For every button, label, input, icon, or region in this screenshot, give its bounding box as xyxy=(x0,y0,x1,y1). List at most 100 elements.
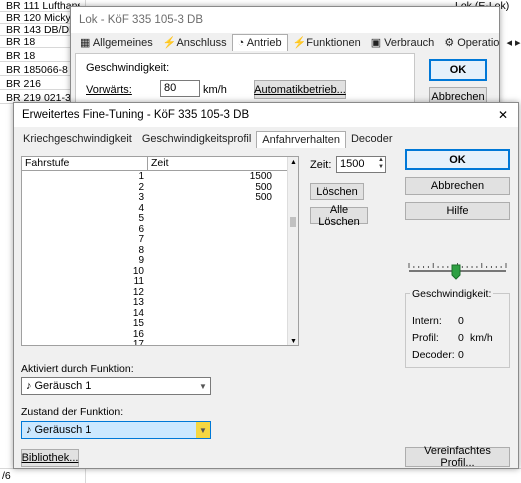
zustand-dropdown[interactable]: ♪ Geräusch 1 ▼ xyxy=(21,421,211,439)
list-item[interactable]: BR 18 xyxy=(0,36,80,48)
aktiviert-dropdown[interactable]: ♪ Geräusch 1 ▼ xyxy=(21,377,211,395)
fahrstufe-cell[interactable]: 15 xyxy=(22,318,144,330)
fahrstufe-cell[interactable]: 12 xyxy=(22,287,144,299)
fine-tabbar: Kriechgeschwindigkeit Geschwindigkeitspr… xyxy=(18,131,398,148)
wrench-icon: ⚙ xyxy=(444,37,458,49)
hilfe-button[interactable]: Hilfe xyxy=(405,202,510,220)
zustand-label: Zustand der Funktion: xyxy=(21,406,124,418)
speed-group-label: Geschwindigkeit: xyxy=(86,62,170,74)
bibliothek-button[interactable]: Bibliothek... xyxy=(21,449,79,467)
fahrstufe-cell[interactable]: 1 xyxy=(22,171,144,183)
list-item[interactable]: BR 185066-8 xyxy=(0,64,80,76)
fahrstufe-cell[interactable]: 3 xyxy=(22,192,144,204)
list-item[interactable]: BR 18 xyxy=(0,50,80,62)
tab-funktionen[interactable]: ⚡Funktionen xyxy=(288,34,366,51)
function-icon: ⚡ xyxy=(292,37,307,49)
gauge-icon: ◔ xyxy=(237,37,247,49)
lok-window-titlebar: Lok - KöF 335 105-3 DB xyxy=(71,7,499,33)
scroll-up-icon[interactable]: ▲ xyxy=(290,159,297,166)
forward-speed-input[interactable]: 80 xyxy=(160,80,200,97)
fahrstufe-cell[interactable]: 13 xyxy=(22,297,144,309)
decoder-label: Decoder: xyxy=(412,349,455,361)
list-item[interactable]: BR 143 DB/DR xyxy=(0,24,80,36)
forward-label: Vorwärts: xyxy=(86,84,132,96)
zeit-cell[interactable]: 1500 xyxy=(148,171,272,183)
table-row[interactable]: 10 xyxy=(22,266,288,278)
fahrstufe-grid[interactable]: Fahrstufe Zeit 1 1500 2 500 3 500 4 5 6 7 8 9 10 11 12… xyxy=(21,156,299,346)
column-header-zeit[interactable]: Zeit xyxy=(148,157,288,171)
chevron-down-icon[interactable]: ▼ xyxy=(196,378,210,394)
fahrstufe-cell[interactable]: 10 xyxy=(22,266,144,278)
list-item[interactable]: BR 111 Lufthansa-Express xyxy=(0,0,80,12)
ok-button[interactable]: OK xyxy=(405,149,510,170)
grid-scrollbar[interactable]: ▲ ▼ xyxy=(287,157,298,345)
intern-label: Intern: xyxy=(412,315,442,327)
zeit-cell[interactable]: 500 xyxy=(148,182,272,194)
fahrstufe-cell[interactable]: 5 xyxy=(22,213,144,225)
tab-operation[interactable]: ⚙ Operatio xyxy=(439,34,504,51)
close-icon[interactable]: ✕ xyxy=(498,108,508,122)
automatikbetrieb-button[interactable]: Automatikbetrieb... xyxy=(254,80,346,99)
lok-tabbar: ▦ Allgemeines ⚡Anschluss ◔ Antrieb ⚡Funk… xyxy=(75,34,521,51)
tab-allgemeines[interactable]: ▦ Allgemeines xyxy=(75,34,158,51)
table-row[interactable]: 16 xyxy=(22,329,288,341)
table-row[interactable]: 13 xyxy=(22,297,288,309)
alle-loeschen-button[interactable]: Alle Löschen xyxy=(310,204,368,228)
speed-info-group: Geschwindigkeit: Intern: 0 Profil: 0 km/… xyxy=(405,288,510,368)
zeit-cell[interactable]: 500 xyxy=(148,192,272,204)
chevron-right-icon: ◂ ▸ xyxy=(506,37,521,49)
profil-label: Profil: xyxy=(412,332,439,344)
slider-thumb[interactable] xyxy=(451,264,461,280)
list-item[interactable]: BR 216 xyxy=(0,78,80,90)
list-item[interactable]: BR 120 Micky Ma xyxy=(0,12,80,24)
lok-window: Lok - KöF 335 105-3 DB ▦ Allgemeines ⚡An… xyxy=(70,6,521,108)
scroll-down-icon[interactable]: ▼ xyxy=(290,338,297,345)
fahrstufe-cell[interactable]: 8 xyxy=(22,245,144,257)
speed-slider[interactable] xyxy=(405,260,510,282)
vereinfachtes-profil-button[interactable]: Vereinfachtes Profil... xyxy=(405,445,510,469)
spinner-icon[interactable]: ▲ ▼ xyxy=(378,157,384,171)
fahrstufe-cell[interactable]: 17 xyxy=(22,339,144,345)
fahrstufe-cell[interactable]: 7 xyxy=(22,234,144,246)
fahrstufe-cell[interactable]: 2 xyxy=(22,182,144,194)
table-row[interactable]: 2 500 xyxy=(22,182,288,194)
tab-geschwindigkeitsprofil[interactable]: Geschwindigkeitsprofil xyxy=(137,131,256,148)
chevron-down-icon[interactable]: ▼ xyxy=(196,422,210,438)
tab-anfahrverhalten[interactable]: Anfahrverhalten xyxy=(256,131,346,148)
tab-scroll-right[interactable]: ◂ ▸ xyxy=(504,34,521,51)
tab-antrieb[interactable]: ◔ Antrieb xyxy=(231,34,288,51)
tab-anschluss[interactable]: ⚡Anschluss xyxy=(158,34,232,51)
fahrstufe-cell[interactable]: 14 xyxy=(22,308,144,320)
column-header-fahrstufe[interactable]: Fahrstufe xyxy=(22,157,148,171)
tab-kriechgeschwindigkeit[interactable]: Kriechgeschwindigkeit xyxy=(18,131,137,148)
table-row[interactable]: 15 xyxy=(22,318,288,330)
table-row[interactable]: 14 xyxy=(22,308,288,320)
table-row[interactable]: 6 xyxy=(22,224,288,236)
table-row[interactable]: 4 xyxy=(22,203,288,215)
scroll-thumb[interactable] xyxy=(290,217,296,227)
lok-window-title: Lok - KöF 335 105-3 DB xyxy=(79,14,204,26)
table-row[interactable]: 1 1500 xyxy=(22,171,288,183)
speed-group-title: Geschwindigkeit: xyxy=(410,288,494,300)
forward-unit: km/h xyxy=(203,84,227,96)
grid-icon: ▦ xyxy=(80,37,93,49)
table-row[interactable]: 17 xyxy=(22,339,288,345)
fahrstufe-cell[interactable]: 16 xyxy=(22,329,144,341)
table-row[interactable]: 9 xyxy=(22,255,288,267)
table-row[interactable]: 8 xyxy=(22,245,288,257)
lok-ok-button[interactable]: OK xyxy=(429,59,487,81)
fahrstufe-cell[interactable]: 9 xyxy=(22,255,144,267)
table-row[interactable]: 5 xyxy=(22,213,288,225)
zeit-input[interactable]: 1500 ▲ ▼ xyxy=(336,156,386,173)
table-row[interactable]: 7 xyxy=(22,234,288,246)
fahrstufe-cell[interactable]: 11 xyxy=(22,276,144,288)
tab-decoder[interactable]: Decoder xyxy=(346,131,398,148)
loeschen-button[interactable]: Löschen xyxy=(310,183,364,200)
tab-verbrauch[interactable]: ▣ Verbrauch xyxy=(366,34,440,51)
table-row[interactable]: 11 xyxy=(22,276,288,288)
table-row[interactable]: 3 500 xyxy=(22,192,288,204)
abbrechen-button[interactable]: Abbrechen xyxy=(405,177,510,195)
fahrstufe-cell[interactable]: 6 xyxy=(22,224,144,236)
fahrstufe-cell[interactable]: 4 xyxy=(22,203,144,215)
table-row[interactable]: 12 xyxy=(22,287,288,299)
